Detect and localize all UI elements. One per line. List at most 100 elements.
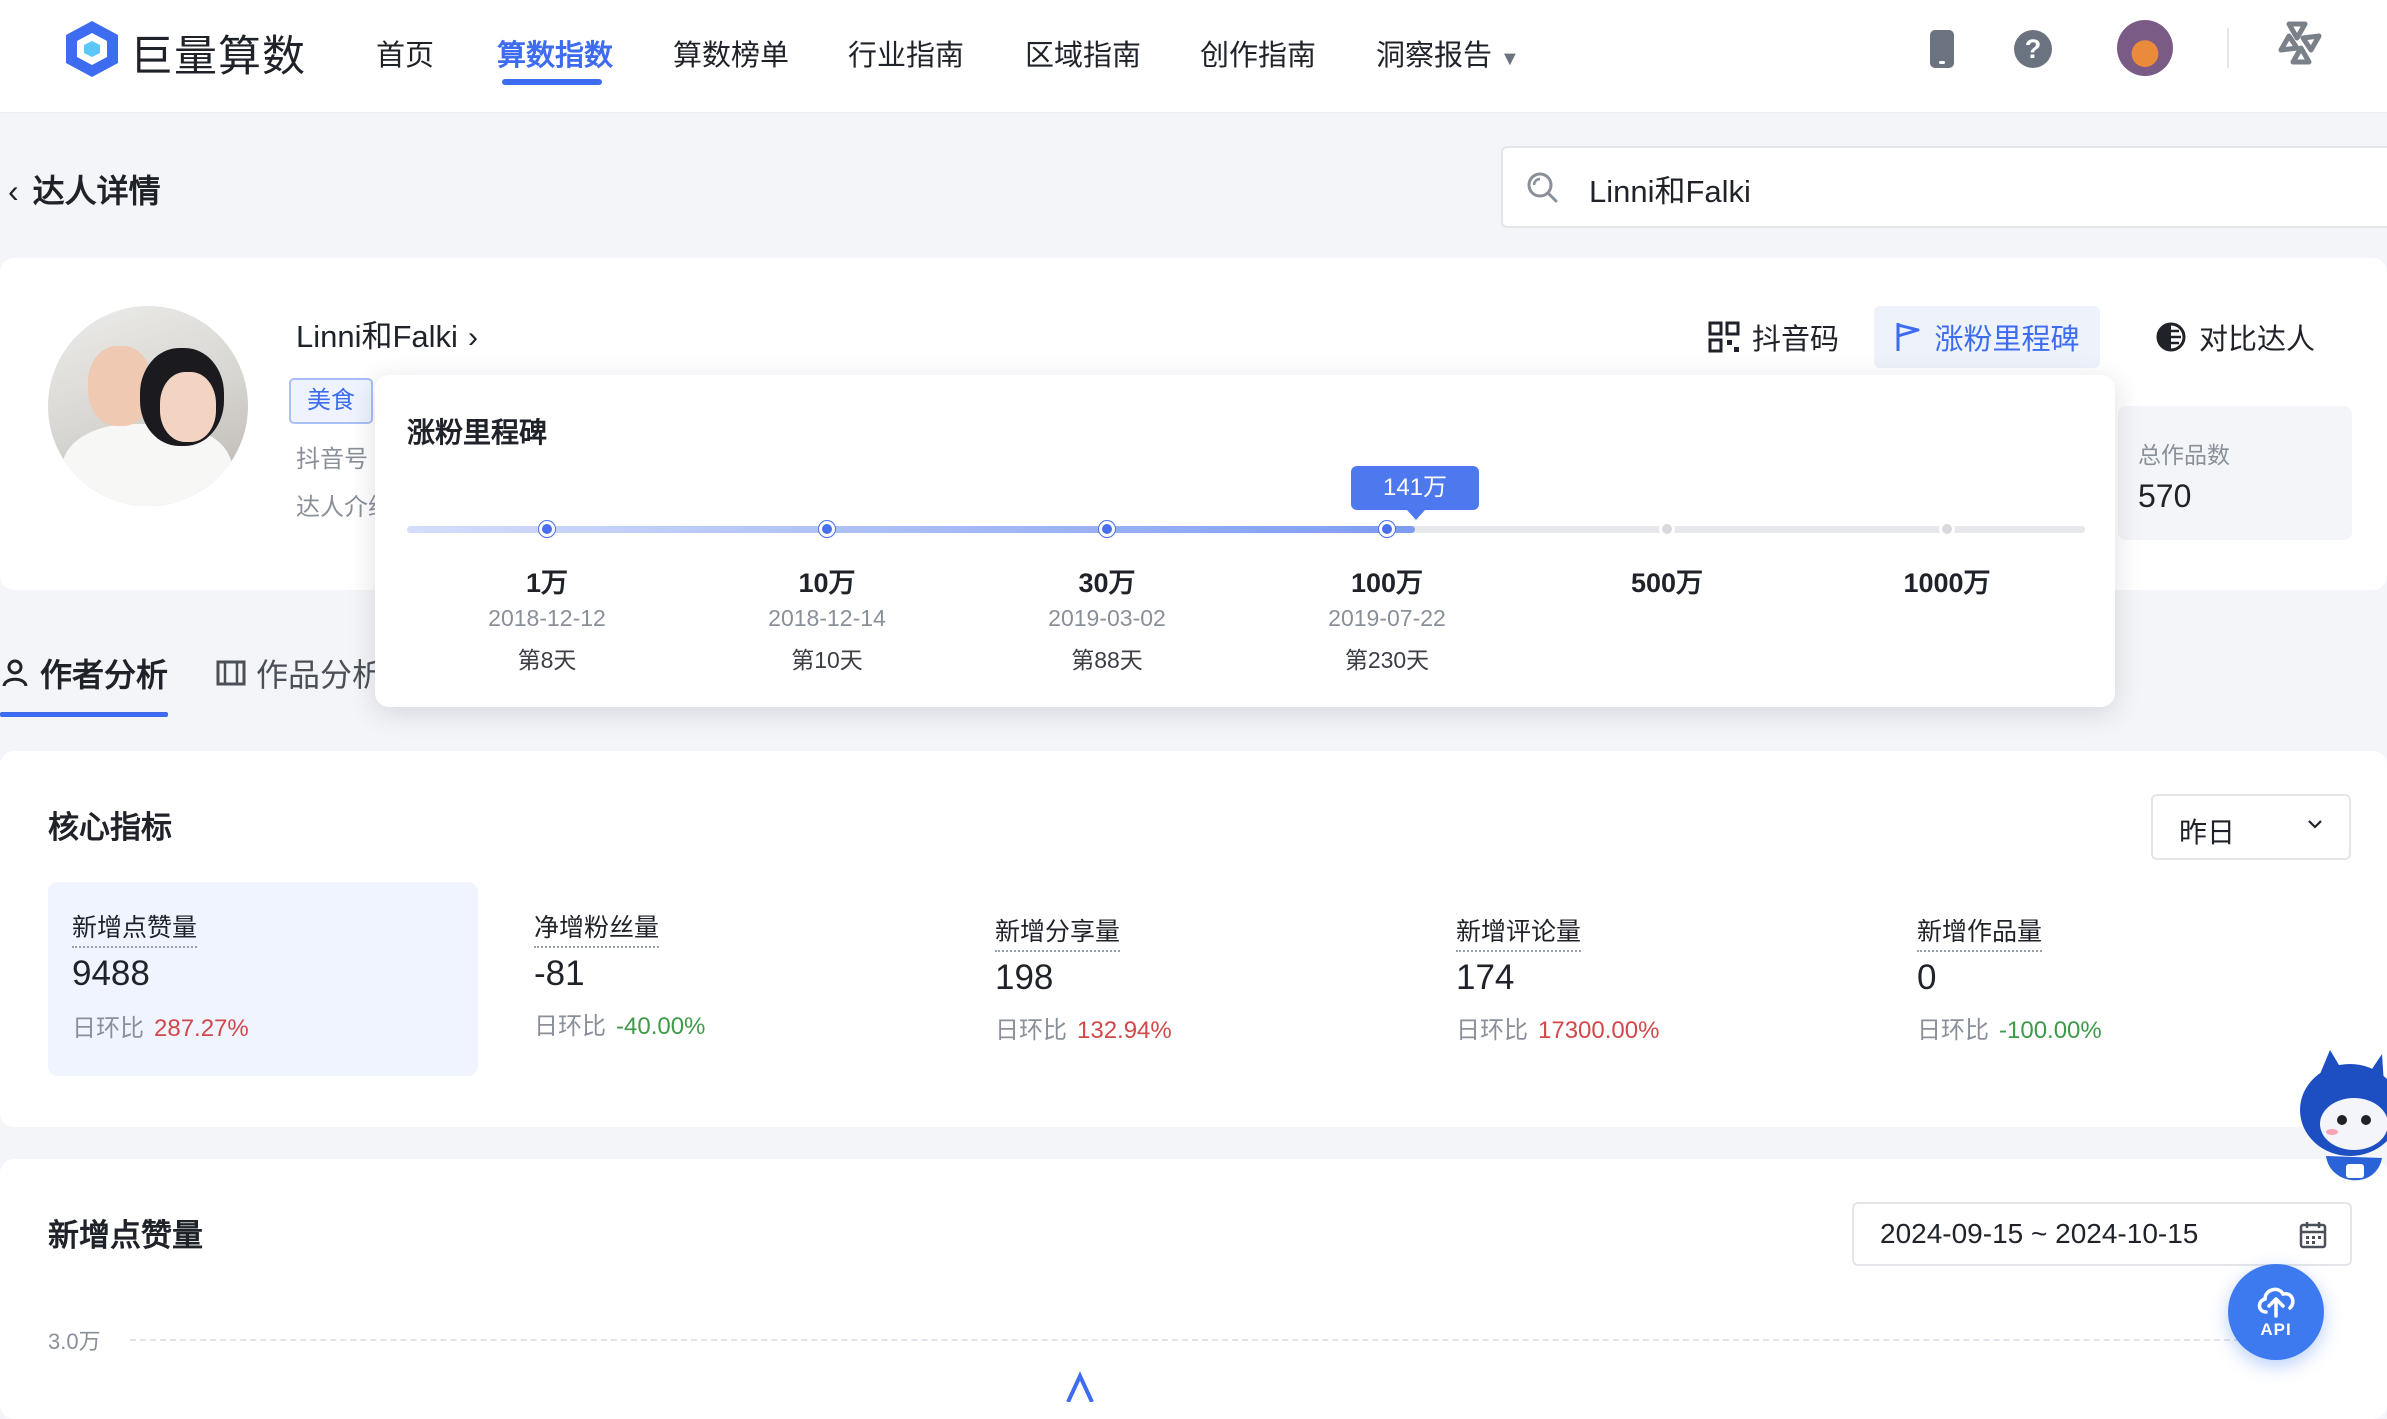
flag-icon — [1896, 323, 1920, 351]
nav-insight-reports[interactable]: 洞察报告 ▼ — [1376, 32, 1520, 74]
metric-change: -100.00% — [1999, 1017, 2102, 1044]
popover-title: 涨粉里程碑 — [407, 417, 548, 448]
nav-creator-guide[interactable]: 创作指南 — [1200, 32, 1316, 74]
qr-code-button[interactable]: 抖音码 — [1708, 306, 1839, 368]
metric-card-fans[interactable]: 净增粉丝量 -81 日环比 -40.00% — [510, 882, 940, 1076]
milestone-date: 2018-12-14 — [768, 605, 886, 631]
nav-active-indicator — [502, 79, 602, 85]
creator-avatar — [48, 306, 248, 506]
milestone-dot — [819, 521, 835, 537]
milestone-label: 1万 — [525, 568, 569, 598]
search-box[interactable] — [1501, 146, 2387, 228]
search-icon — [1527, 172, 1558, 203]
metric-label: 新增分享量 — [995, 912, 1121, 952]
trend-line-chart — [1066, 1371, 1094, 1402]
mobile-icon[interactable] — [1930, 30, 1954, 68]
tab-active-indicator — [0, 712, 168, 717]
chevron-down-icon — [2308, 820, 2322, 829]
nav-region-guide[interactable]: 区域指南 — [1025, 32, 1141, 74]
user-icon — [2, 659, 28, 687]
metric-change: 17300.00% — [1538, 1017, 1660, 1044]
app-switch-icon[interactable] — [2275, 18, 2325, 68]
cloud-upload-icon — [2257, 1287, 2295, 1318]
compare-label: 日环比 — [995, 1017, 1067, 1044]
category-tag: 美食 — [289, 378, 373, 424]
milestone-date: 2019-03-02 — [1048, 605, 1166, 631]
creator-name-link[interactable]: Linni和Falki › — [296, 311, 478, 356]
metric-card-works[interactable]: 新增作品量 0 日环比 -100.00% — [1893, 882, 2323, 1076]
assistant-mascot[interactable] — [2290, 1040, 2387, 1200]
search-input[interactable] — [1587, 160, 2351, 216]
metric-change: 287.27% — [154, 1015, 249, 1042]
api-button[interactable]: API — [2228, 1264, 2324, 1360]
metric-value: 0 — [1917, 958, 1937, 997]
range-select-value: 昨日 — [2179, 817, 2236, 848]
milestone-label: 100万 — [1350, 568, 1424, 598]
date-range-picker[interactable]: 2024-09-15 ~ 2024-10-15 — [1852, 1202, 2352, 1266]
milestone-date: 2018-12-12 — [488, 605, 606, 631]
metric-value: 174 — [1456, 958, 1515, 997]
milestone-day: 第10天 — [791, 647, 863, 673]
milestone-day: 第8天 — [517, 647, 577, 673]
tab-author-analysis[interactable]: 作者分析 — [2, 650, 168, 696]
help-icon[interactable]: ? — [2014, 30, 2052, 68]
metric-compare: 日环比 287.27% — [72, 1008, 249, 1043]
caret-down-icon: ▼ — [1500, 48, 1520, 70]
logo-icon[interactable] — [60, 17, 124, 81]
metric-compare: 日环比 132.94% — [995, 1010, 1172, 1045]
brand-name[interactable]: 巨量算数 — [130, 22, 306, 84]
trend-title: 新增点赞量 — [48, 1218, 203, 1253]
nav-divider — [2227, 28, 2229, 68]
metric-value: 9488 — [72, 954, 150, 993]
qr-code-label: 抖音码 — [1752, 324, 1840, 356]
total-works-stat: 总作品数 570 — [2118, 406, 2352, 540]
compare-label: 日环比 — [534, 1013, 606, 1040]
milestone-dot — [1939, 521, 1955, 537]
tab-works-analysis[interactable]: 作品分析 — [216, 650, 384, 696]
metric-card-likes[interactable]: 新增点赞量 9488 日环比 287.27% — [48, 882, 478, 1076]
metric-label: 新增点赞量 — [72, 908, 198, 948]
user-avatar[interactable] — [2117, 20, 2173, 76]
metric-card-shares[interactable]: 新增分享量 198 日环比 132.94% — [971, 882, 1401, 1076]
film-icon — [216, 660, 246, 686]
milestone-dot — [1659, 521, 1675, 537]
total-works-label: 总作品数 — [2138, 442, 2230, 468]
trend-line — [1066, 1371, 1094, 1402]
milestone-label: 10万 — [798, 568, 856, 598]
metric-label: 净增粉丝量 — [534, 908, 660, 948]
compare-creator-button[interactable]: 对比达人 — [2155, 306, 2315, 368]
metric-card-comments[interactable]: 新增评论量 174 日环比 17300.00% — [1432, 882, 1862, 1076]
chevron-left-icon: ‹ — [8, 173, 19, 209]
nav-index[interactable]: 算数指数 — [497, 32, 613, 74]
tab-works-analysis-label: 作品分析 — [256, 657, 385, 693]
compare-label: 日环比 — [72, 1015, 144, 1042]
metric-label: 新增评论量 — [1456, 912, 1582, 952]
qr-code-icon — [1708, 321, 1740, 353]
nav-industry-guide[interactable]: 行业指南 — [848, 32, 964, 74]
milestone-dot — [1099, 521, 1115, 537]
milestone-label: 500万 — [1630, 568, 1704, 598]
compare-creator-label: 对比达人 — [2199, 324, 2316, 356]
page-title: 达人详情 — [32, 173, 161, 209]
metric-value: -81 — [534, 954, 585, 993]
metric-change: 132.94% — [1077, 1017, 1172, 1044]
calendar-icon — [2299, 1222, 2327, 1249]
date-range-value: 2024-09-15 ~ 2024-10-15 — [1880, 1218, 2199, 1249]
creator-name: Linni和Falki — [296, 319, 458, 354]
range-select[interactable]: 昨日 — [2151, 794, 2351, 860]
back-link[interactable]: ‹ 达人详情 — [8, 166, 161, 212]
milestone-dot — [539, 521, 555, 537]
nav-home[interactable]: 首页 — [376, 32, 434, 74]
metric-change: -40.00% — [616, 1013, 706, 1040]
fan-milestone-button[interactable]: 涨粉里程碑 — [1874, 306, 2100, 368]
milestone-dot — [1379, 521, 1395, 537]
current-fans-tooltip: 141万 — [1351, 466, 1479, 520]
compare-icon — [2156, 322, 2186, 352]
api-label: API — [2260, 1320, 2292, 1339]
nav-rankings[interactable]: 算数榜单 — [673, 32, 789, 74]
metric-compare: 日环比 17300.00% — [1456, 1010, 1659, 1045]
tab-author-analysis-label: 作者分析 — [40, 657, 169, 693]
compare-label: 日环比 — [1917, 1017, 1989, 1044]
metric-value: 198 — [995, 958, 1054, 997]
milestone-label: 1000万 — [1903, 568, 1991, 598]
